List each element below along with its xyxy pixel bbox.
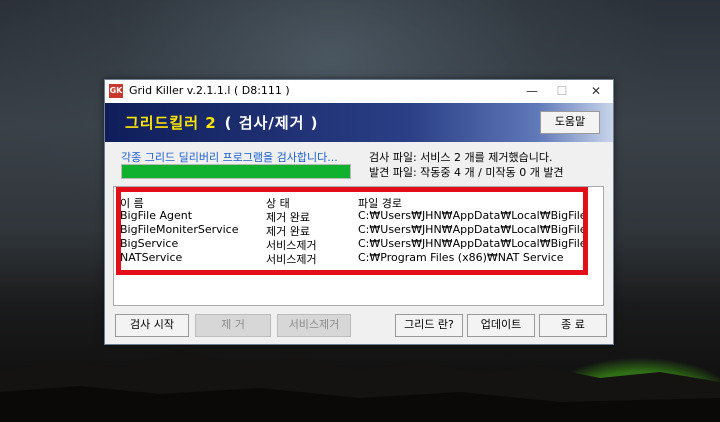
window-title: Grid Killer v.2.1.1.l ( D8:111 )	[129, 84, 290, 97]
scan-file-info: 검사 파일: 서비스 2 개를 제거했습니다.	[369, 151, 553, 164]
what-is-grid-button[interactable]: 그리드 란?	[395, 314, 463, 337]
results-list[interactable]: 이 름 상 태 파일 경로 BigFile Agent 제거 완료 C:₩Use…	[113, 186, 604, 306]
exit-button[interactable]: 종 료	[539, 314, 607, 337]
remove-service-button[interactable]: 서비스제거	[277, 314, 351, 337]
maximize-button[interactable]: ☐	[547, 80, 577, 103]
progress-bar	[121, 164, 351, 179]
remove-button[interactable]: 제 거	[195, 314, 271, 337]
progress-fill	[122, 165, 350, 178]
update-button[interactable]: 업데이트	[467, 314, 535, 337]
found-file-info: 발견 파일: 작동중 4 개 / 미작동 0 개 발견	[369, 166, 564, 179]
header-banner: 그리드킬러 2 ( 검사/제거 ) 도움말	[105, 103, 613, 142]
minimize-button[interactable]: —	[517, 80, 547, 103]
app-icon: GK	[109, 84, 123, 98]
help-button[interactable]: 도움말	[540, 111, 600, 134]
red-highlight-box	[116, 187, 588, 275]
close-button[interactable]: ✕	[581, 80, 611, 103]
status-message: 각종 그리드 딜리버리 프로그램을 검사합니다...	[121, 151, 338, 164]
banner-title-text: 그리드킬러 2	[125, 114, 217, 132]
grid-killer-window: GK Grid Killer v.2.1.1.l ( D8:111 ) — ☐ …	[104, 79, 614, 345]
banner-title: 그리드킬러 2 ( 검사/제거 )	[125, 112, 319, 133]
title-bar[interactable]: GK Grid Killer v.2.1.1.l ( D8:111 ) — ☐ …	[105, 80, 613, 103]
start-scan-button[interactable]: 검사 시작	[115, 314, 189, 337]
banner-subtitle: ( 검사/제거 )	[224, 114, 319, 132]
